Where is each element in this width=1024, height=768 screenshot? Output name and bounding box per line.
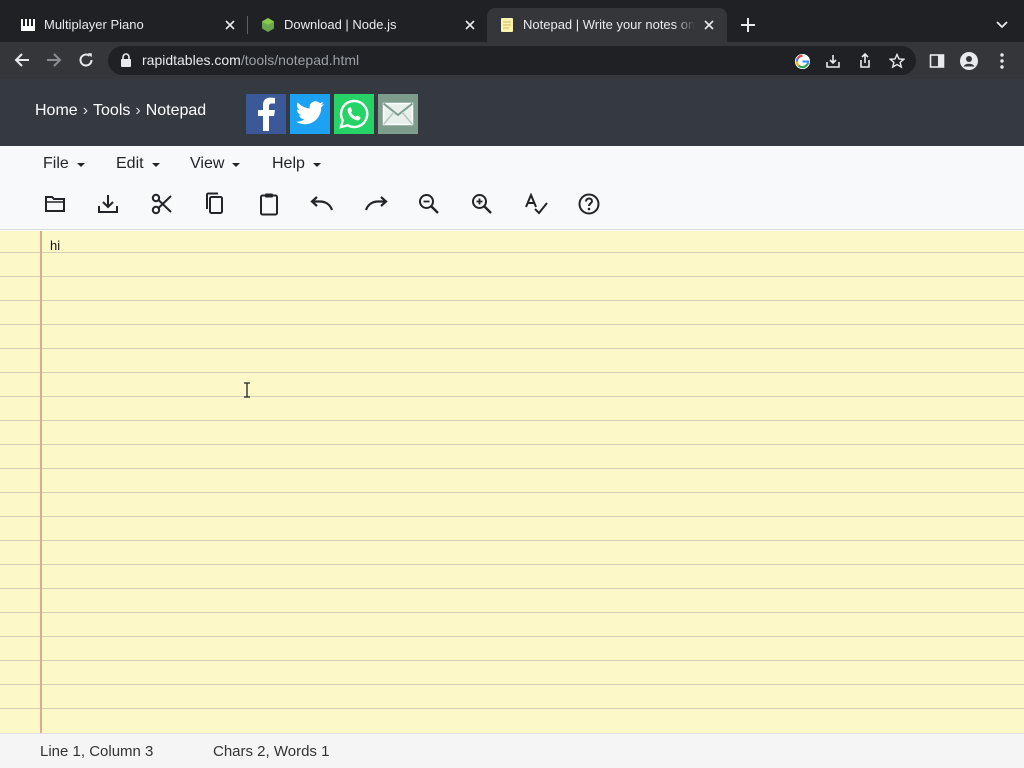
note-content[interactable]: hi: [50, 238, 60, 254]
address-bar[interactable]: rapidtables.com/tools/notepad.html: [108, 46, 916, 75]
notepad-textarea[interactable]: [0, 231, 1024, 733]
facebook-icon: [258, 97, 275, 131]
lock-icon: [120, 53, 132, 67]
menu-help-label: Help: [272, 155, 305, 172]
zoom-out-button[interactable]: [416, 191, 442, 217]
back-button[interactable]: [10, 48, 34, 72]
forward-button[interactable]: [42, 48, 66, 72]
new-tab-button[interactable]: [736, 13, 760, 37]
bookmark-star-icon[interactable]: [888, 52, 906, 70]
email-icon: [382, 102, 414, 126]
arrow-right-icon: [47, 53, 62, 67]
paper-margin-line: [40, 231, 42, 733]
browser-toolbar: rapidtables.com/tools/notepad.html: [0, 42, 1024, 79]
caret-down-icon: [232, 163, 241, 167]
undo-icon: [310, 196, 334, 211]
plus-icon: [741, 18, 755, 32]
undo-button[interactable]: [309, 191, 335, 217]
menu-help[interactable]: Help: [272, 154, 321, 174]
cursor-position: Line 1, Column 3: [40, 743, 154, 760]
menu-file-label: File: [43, 155, 69, 172]
arrow-left-icon: [14, 53, 29, 67]
browser-menu-icon[interactable]: [991, 50, 1013, 72]
copy-icon: [206, 192, 223, 214]
url-path: /tools/notepad.html: [240, 52, 360, 68]
redo-icon: [364, 196, 388, 211]
reload-button[interactable]: [74, 48, 98, 72]
tab-title: Multiplayer Piano: [44, 17, 144, 32]
reload-icon: [79, 53, 93, 67]
status-bar: Line 1, Column 3 Chars 2, Words 1: [0, 733, 1024, 768]
notepad-icon: [499, 17, 515, 33]
piano-icon: [20, 17, 36, 33]
tab-multiplayer-piano[interactable]: Multiplayer Piano: [8, 8, 248, 42]
scissors-icon: [151, 193, 172, 215]
breadcrumb-tools-link[interactable]: Tools: [93, 102, 130, 119]
url-host: rapidtables.com: [142, 52, 241, 68]
share-email-button[interactable]: [378, 94, 418, 134]
download-button[interactable]: [95, 191, 121, 217]
whatsapp-icon: [339, 99, 369, 129]
open-file-button[interactable]: [42, 191, 68, 217]
browser-tab-strip: Multiplayer Piano Download | Node.js Not…: [0, 0, 1024, 42]
share-facebook-button[interactable]: [246, 94, 286, 134]
menu-view-label: View: [190, 155, 225, 172]
char-word-count: Chars 2, Words 1: [213, 743, 330, 760]
spellcheck-button[interactable]: [523, 191, 549, 217]
clipboard-icon: [260, 193, 278, 216]
zoom-in-button[interactable]: [469, 191, 495, 217]
side-panel-icon[interactable]: [926, 50, 948, 72]
download-icon: [98, 195, 118, 213]
close-tab-icon[interactable]: [699, 15, 719, 35]
folder-open-icon: [45, 196, 65, 212]
google-lens-icon[interactable]: [793, 52, 811, 70]
tab-nodejs-download[interactable]: Download | Node.js: [248, 8, 488, 42]
help-button[interactable]: [576, 191, 602, 217]
share-icon[interactable]: [856, 52, 874, 70]
tab-title: Notepad | Write your notes online: [523, 17, 695, 32]
text-cursor-icon: [242, 382, 252, 398]
zoom-out-icon: [419, 194, 439, 214]
caret-down-icon: [312, 163, 321, 167]
notepad-toolbar: File Edit View Help: [0, 146, 1024, 230]
breadcrumb-home-link[interactable]: Home: [35, 102, 78, 119]
install-app-icon[interactable]: [824, 52, 842, 70]
menu-edit[interactable]: Edit: [116, 154, 160, 174]
tab-notepad-active[interactable]: Notepad | Write your notes online: [487, 8, 727, 42]
menu-view[interactable]: View: [190, 154, 241, 174]
caret-down-icon: [76, 163, 85, 167]
zoom-in-icon: [472, 194, 492, 214]
nodejs-icon: [260, 17, 276, 33]
site-header: Home › Tools › Notepad: [0, 79, 1024, 146]
caret-down-icon: [151, 163, 160, 167]
chevron-down-icon: [996, 21, 1008, 29]
menu-file[interactable]: File: [43, 154, 85, 174]
menu-edit-label: Edit: [116, 155, 144, 172]
share-twitter-button[interactable]: [290, 94, 330, 134]
breadcrumb-current[interactable]: Notepad: [146, 102, 207, 119]
breadcrumb-separator: ›: [82, 102, 89, 119]
spellcheck-icon: [525, 193, 548, 215]
close-tab-icon[interactable]: [460, 15, 480, 35]
twitter-icon: [296, 101, 324, 125]
copy-button[interactable]: [202, 191, 228, 217]
url-text: rapidtables.com/tools/notepad.html: [142, 52, 359, 69]
breadcrumb-separator: ›: [135, 102, 141, 119]
redo-button[interactable]: [363, 191, 389, 217]
cut-button[interactable]: [149, 191, 175, 217]
tab-search-button[interactable]: [990, 13, 1014, 37]
share-whatsapp-button[interactable]: [334, 94, 374, 134]
question-circle-icon: [578, 193, 600, 215]
paste-button[interactable]: [256, 191, 282, 217]
breadcrumb: Home › Tools › Notepad: [35, 101, 206, 121]
profile-avatar-icon[interactable]: [958, 50, 980, 72]
tab-title: Download | Node.js: [284, 17, 397, 32]
close-tab-icon[interactable]: [220, 15, 240, 35]
